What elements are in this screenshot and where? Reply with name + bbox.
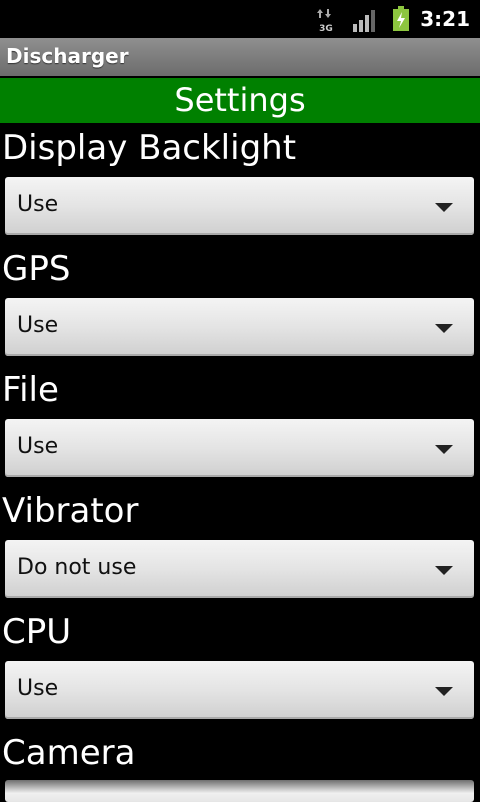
dropdown-arrow-icon (435, 203, 453, 212)
data-3g-icon: 3G (317, 9, 333, 32)
battery-charging-icon (393, 6, 409, 31)
vibrator-spinner[interactable]: Do not use (5, 540, 474, 598)
dropdown-arrow-icon (435, 445, 453, 454)
dropdown-arrow-icon (435, 687, 453, 696)
display-backlight-spinner[interactable]: Use (5, 177, 474, 235)
spinner-value: Use (17, 434, 59, 459)
gps-spinner[interactable]: Use (5, 298, 474, 356)
app-title: Discharger (6, 44, 129, 68)
settings-header: Settings (0, 78, 480, 123)
file-spinner[interactable]: Use (5, 419, 474, 477)
app-title-bar: Discharger (0, 38, 480, 76)
status-bar: 3G 3:21 (0, 0, 480, 38)
signal-strength-icon (353, 10, 375, 32)
spinner-value: Use (17, 313, 59, 338)
label-display-backlight: Display Backlight (2, 128, 297, 168)
dropdown-arrow-icon (435, 324, 453, 333)
label-file: File (2, 370, 59, 410)
dropdown-arrow-icon (435, 566, 453, 575)
cpu-spinner[interactable]: Use (5, 661, 474, 719)
spinner-value: Do not use (17, 555, 137, 580)
label-vibrator: Vibrator (2, 491, 139, 531)
label-gps: GPS (2, 249, 71, 289)
clock: 3:21 (420, 7, 470, 31)
svg-text:3G: 3G (319, 24, 333, 32)
camera-spinner[interactable] (5, 780, 474, 802)
label-camera: Camera (2, 733, 136, 773)
spinner-value: Use (17, 676, 59, 701)
label-cpu: CPU (2, 612, 72, 652)
spinner-value: Use (17, 192, 59, 217)
